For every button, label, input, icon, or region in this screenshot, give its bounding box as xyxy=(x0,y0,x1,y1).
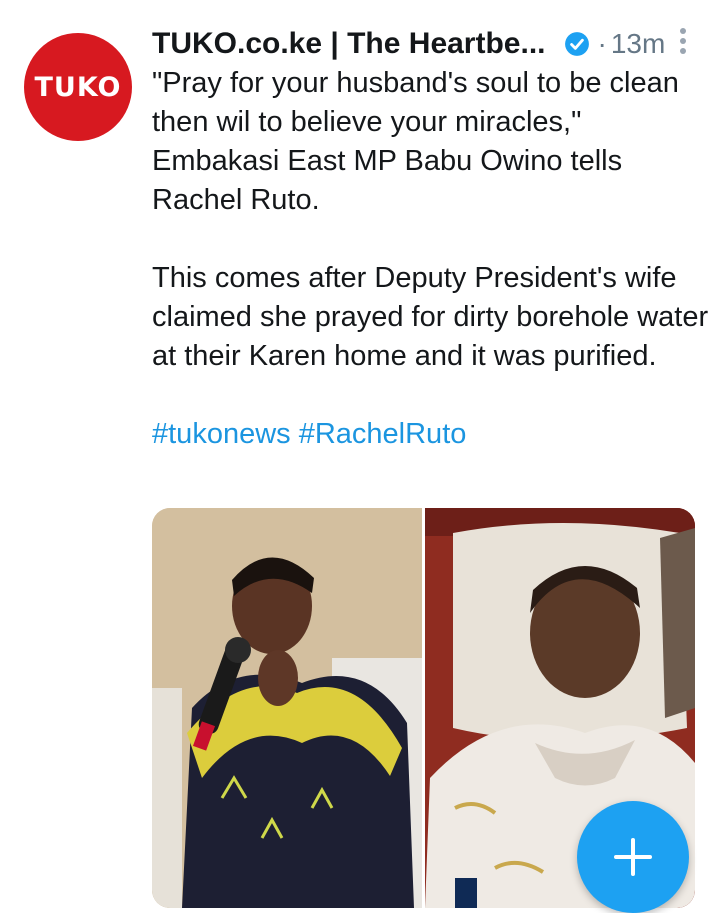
timestamp[interactable]: 13m xyxy=(611,28,665,60)
tweet-paragraph: "Pray for your husband's soul to be clea… xyxy=(152,67,679,216)
tweet-header: TUKO.co.ke | The Heartbe... · 13m xyxy=(152,24,712,64)
avatar-logo-text: TUKO xyxy=(34,71,122,103)
plus-icon xyxy=(614,838,652,876)
verified-badge-icon xyxy=(564,32,589,56)
photo-woman-with-microphone[interactable] xyxy=(152,508,422,908)
compose-tweet-button[interactable] xyxy=(577,801,689,913)
photo-illustration xyxy=(152,508,422,908)
hashtag-link[interactable]: #tukonews xyxy=(152,418,291,450)
hashtag-line: #tukonews #RachelRuto xyxy=(152,415,712,454)
tweet-text: "Pray for your husband's soul to be clea… xyxy=(152,64,712,454)
avatar[interactable]: TUKO xyxy=(24,33,132,141)
more-vertical-icon[interactable] xyxy=(680,28,686,56)
hashtag-link[interactable]: #RachelRuto xyxy=(299,418,467,450)
tweet-paragraph: This comes after Deputy President's wife… xyxy=(152,262,709,372)
separator-dot: · xyxy=(597,28,607,59)
display-name[interactable]: TUKO.co.ke | The Heartbe... xyxy=(152,27,546,61)
